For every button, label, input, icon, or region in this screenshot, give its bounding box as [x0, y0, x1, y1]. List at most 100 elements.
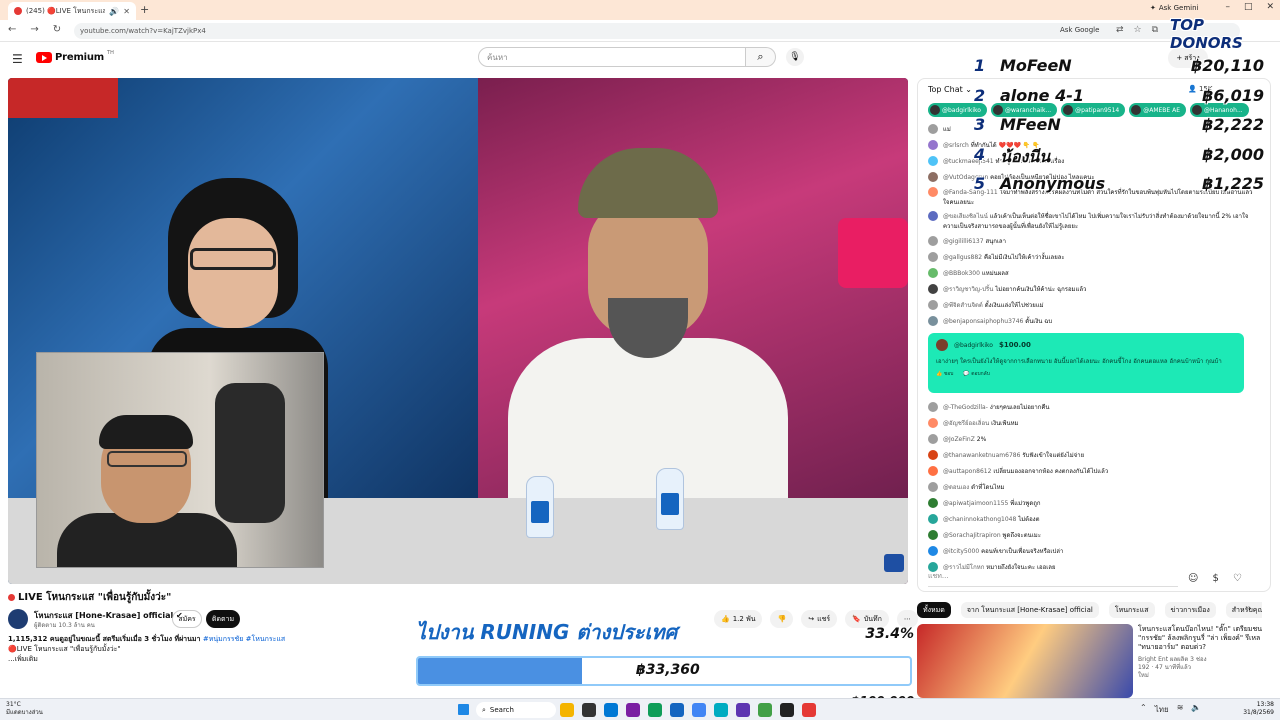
donor-name: MFeeN: [1000, 115, 1061, 134]
app-icon[interactable]: [758, 703, 772, 717]
app-icon[interactable]: [714, 703, 728, 717]
heart-icon[interactable]: ♡: [1233, 573, 1242, 584]
task-view-icon[interactable]: [582, 703, 596, 717]
reply-button[interactable]: 💬 ตอบกลับ: [963, 370, 990, 378]
app-icon[interactable]: [780, 703, 794, 717]
donor-amount: ฿6,019: [1202, 85, 1264, 105]
super-chat-message[interactable]: @badgirlkiko $100.00 เอาง่ายๆ ใครเป็นยังไง…: [928, 333, 1244, 393]
app-icon[interactable]: [626, 703, 640, 717]
emoji-icon[interactable]: ☺: [1188, 573, 1198, 584]
super-chat-icon[interactable]: $: [1212, 573, 1218, 584]
chat-message[interactable]: @พีจิดสำนจิตต์ ดั้งเงินแล่งให้ไปช่วยแม่: [928, 297, 1258, 313]
chat-message[interactable]: @benjaponsaiphophu3746 ดั้นเงิน ฉบ: [928, 313, 1258, 329]
chat-message[interactable]: @อัญชรีย์ออเลิ่อน เงินเฟ้นหม: [928, 415, 1258, 431]
back-icon[interactable]: ←: [8, 24, 16, 35]
search-input[interactable]: ค้นหา: [478, 47, 746, 67]
chat-message[interactable]: @ขอเสียงชิลไนน์ แล้วเค้าเป็นเห็นต่อให้ชื…: [928, 209, 1258, 233]
weather-desc: มีแดดบางส่วน: [6, 709, 43, 716]
view-stats: 1,115,312 คนดูอยู่ในขณะนี้ สตรีมเริ่มเมื…: [8, 635, 201, 643]
avatar: [928, 172, 938, 182]
search-icon: ⌕: [482, 705, 486, 714]
chat-message[interactable]: @BBBok300 แหม่นผลส: [928, 265, 1258, 281]
chat-message[interactable]: @itcity5000 คอนท์เขาเป็นเพื่อนจริงหรือเป…: [928, 543, 1258, 559]
search-button[interactable]: ⌕: [746, 47, 776, 67]
filter-chip[interactable]: ทั้งหมด: [917, 602, 951, 618]
speaker-icon[interactable]: 🔊: [109, 7, 119, 16]
studio-wall-logo: [838, 218, 908, 288]
chat-message[interactable]: @chaninnokathong1048 ไม่ต้องต: [928, 511, 1258, 527]
hashtags[interactable]: #หนุ่มกรรชัย #โหนกระแส: [203, 635, 285, 643]
forward-icon[interactable]: →: [30, 24, 38, 35]
subscribe-button[interactable]: ติดตาม: [206, 610, 240, 628]
chat-author: @srlsrch: [943, 142, 969, 149]
donor-name: MoFeeN: [1000, 56, 1072, 75]
menu-icon[interactable]: ☰: [12, 52, 23, 66]
weather-widget[interactable]: 31°C มีแดดบางส่วน: [6, 701, 43, 717]
chat-message[interactable]: @apiwatjaimoon1155 พี่แม่วพูดถูก: [928, 495, 1258, 511]
tab-title: (245) 🔴LIVE โหนกระแส "เพื่อ...: [26, 6, 106, 15]
close-window-icon[interactable]: ✕: [1266, 2, 1274, 12]
chat-author: @พีจิดสำนจิตต์: [943, 302, 983, 309]
donor-rank: 5: [974, 174, 986, 193]
maximize-icon[interactable]: □: [1244, 2, 1253, 12]
chat-input-placeholder: แชท...: [928, 572, 949, 580]
reload-icon[interactable]: ↻: [53, 24, 61, 35]
wifi-icon[interactable]: ≋: [1177, 703, 1184, 716]
filter-chip[interactable]: จาก โหนกระแส [Hone-Krasae] official: [960, 602, 1099, 618]
minimize-icon[interactable]: –: [1225, 2, 1230, 12]
clock[interactable]: 13:38 31/8/2569: [1238, 701, 1274, 717]
language-icon[interactable]: ไทย: [1155, 703, 1169, 716]
join-button[interactable]: สมัคร: [172, 610, 202, 628]
chrome-icon[interactable]: [692, 703, 706, 717]
ask-gemini-button[interactable]: ✦ Ask Gemini: [1150, 4, 1198, 12]
donor-rank: 2: [974, 85, 986, 105]
chat-text: ดั้นเงิน ฉบ: [1025, 318, 1053, 325]
related-channel: Bright Ent ผลผลิต 3 ช่อง: [1138, 656, 1207, 663]
like-button[interactable]: 👍 ชอบ: [936, 370, 953, 378]
chat-message[interactable]: @gigililli6137 สนุกเลา: [928, 233, 1258, 249]
chat-author: @gigililli6137: [943, 238, 984, 245]
avatar: [928, 316, 938, 326]
avatar: [936, 339, 948, 351]
filter-chip[interactable]: สำหรับคุณ: [1225, 602, 1262, 618]
close-tab-icon[interactable]: ✕: [123, 7, 130, 16]
filter-chip[interactable]: ข่าวการเมือง: [1164, 602, 1216, 618]
file-explorer-icon[interactable]: [560, 703, 574, 717]
chat-message[interactable]: @auttapon8612 เปลี่ยนมองออกจากห้อง คงตกล…: [928, 463, 1258, 479]
app-icon[interactable]: [802, 703, 816, 717]
windows-start-icon[interactable]: [458, 704, 469, 715]
channel-avatar[interactable]: [8, 609, 28, 629]
chat-message[interactable]: @thanawanketnuam6786 รับฟังเข้าใจแต่ยังไ…: [928, 447, 1258, 463]
app-icon[interactable]: [648, 703, 662, 717]
goal-progress-fill: [418, 658, 583, 684]
chat-input[interactable]: แชท...: [928, 571, 1178, 587]
taskbar-search[interactable]: ⌕ Search: [476, 702, 556, 718]
chat-message[interactable]: @-TheGodzilla- ง่ายๆคนเลยไม่อยากคืน: [928, 399, 1258, 415]
youtube-logo[interactable]: Premium TH: [36, 50, 114, 63]
chat-message[interactable]: @ดอนเอง ดำที่โดนไหม: [928, 479, 1258, 495]
app-icon[interactable]: [670, 703, 684, 717]
chat-message[interactable]: @JoZeFinZ 2%: [928, 431, 1258, 447]
chat-message[interactable]: @SorachaJitrapiron พูดถึงจะตนเมะ: [928, 527, 1258, 543]
chevron-up-icon[interactable]: ⌃: [1140, 703, 1147, 716]
show-more-link[interactable]: ...เพิ่มเติม: [8, 654, 408, 664]
related-video-title[interactable]: โหนกระแสโดนบ๊อกไหน! "ตั๊ก" เตรียมชน "กรร…: [1138, 625, 1268, 652]
chat-message[interactable]: @ราวิญชาวิญ-ปริ้น ไม่อยากค้นเงินให้ค้าน่…: [928, 281, 1258, 297]
filter-chip[interactable]: โหนกระแส: [1108, 602, 1155, 618]
voice-search-button[interactable]: 🎙: [786, 48, 804, 66]
chat-message[interactable]: @gallgus882 คือไม่มีเงินไปให้เค้าว่างั้น…: [928, 249, 1258, 265]
description-box[interactable]: 1,115,312 คนดูอยู่ในขณะนี้ สตรีมเริ่มเมื…: [8, 634, 408, 674]
chevron-right-icon[interactable]: ›: [1248, 604, 1252, 614]
chat-mode-dropdown[interactable]: Top Chat ⌄: [928, 85, 972, 94]
related-video-thumbnail[interactable]: [917, 624, 1133, 698]
chat-author: @ดอนเอง: [943, 484, 970, 491]
chat-text: เปลี่ยนมองออกจากห้อง คงตกลงกันได้ไปแล้ว: [993, 468, 1109, 475]
app-icon[interactable]: [736, 703, 750, 717]
browser-tab[interactable]: (245) 🔴LIVE โหนกระแส "เพื่อ... 🔊 ✕: [8, 2, 136, 20]
avatar: [928, 211, 938, 221]
video-player[interactable]: [8, 78, 908, 584]
new-tab-button[interactable]: +: [140, 3, 149, 16]
donor-name: alone 4-1: [1000, 85, 1084, 105]
volume-icon[interactable]: 🔈: [1191, 703, 1201, 716]
edge-icon[interactable]: [604, 703, 618, 717]
